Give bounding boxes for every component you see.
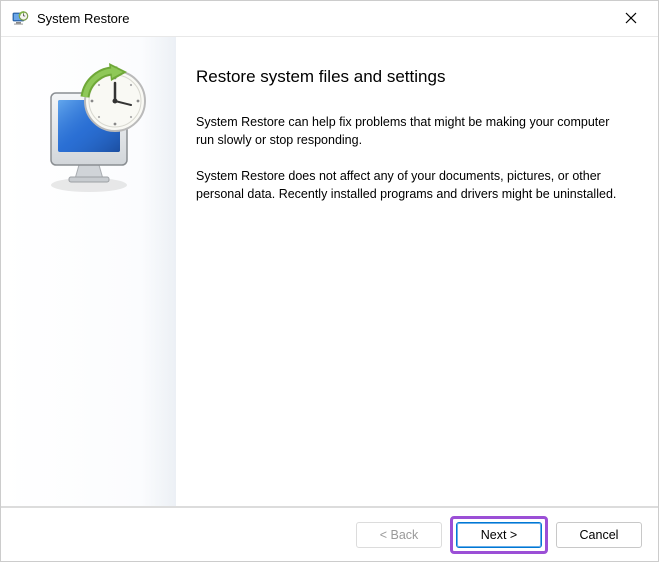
page-heading: Restore system files and settings: [196, 67, 618, 87]
system-restore-icon: [11, 10, 29, 28]
restore-monitor-clock-icon: [41, 184, 151, 201]
next-button[interactable]: Next >: [456, 522, 542, 548]
title-bar: System Restore: [1, 1, 658, 37]
back-button: < Back: [356, 522, 442, 548]
wizard-main: Restore system files and settings System…: [176, 37, 658, 506]
close-button[interactable]: [608, 3, 654, 35]
wizard-sidebar: [1, 37, 176, 506]
next-button-highlight: Next >: [450, 516, 548, 554]
close-icon: [625, 11, 637, 27]
system-restore-window: System Restore: [0, 0, 659, 562]
intro-paragraph-1: System Restore can help fix problems tha…: [196, 113, 618, 149]
intro-paragraph-2: System Restore does not affect any of yo…: [196, 167, 618, 203]
content-area: Restore system files and settings System…: [1, 37, 658, 507]
cancel-button[interactable]: Cancel: [556, 522, 642, 548]
wizard-footer: < Back Next > Cancel: [1, 507, 658, 561]
window-title: System Restore: [37, 11, 608, 26]
